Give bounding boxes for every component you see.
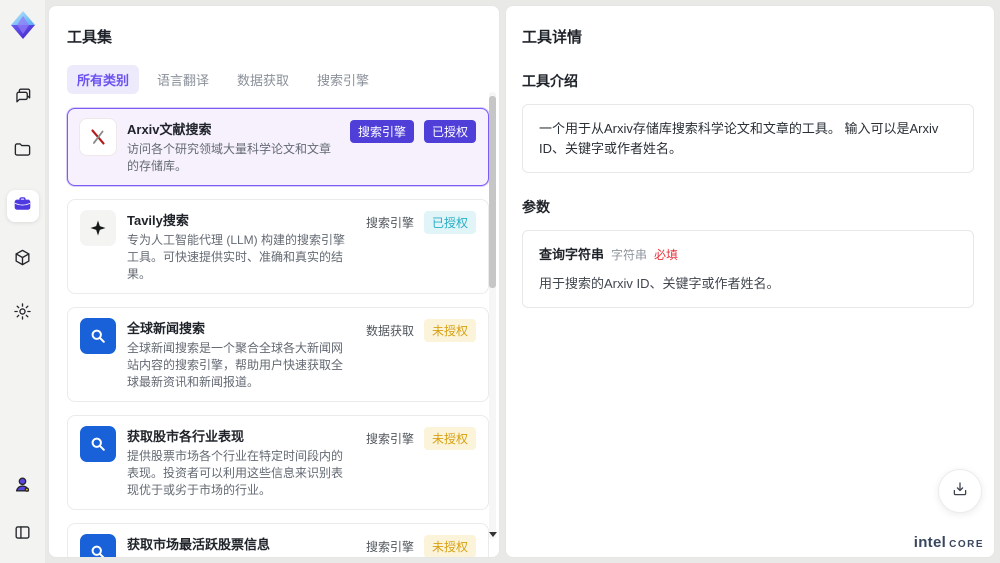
sidebar-bottom <box>7 471 39 551</box>
tool-name: 获取股市各行业表现 <box>127 429 245 445</box>
intro-heading: 工具介绍 <box>522 73 578 89</box>
param-name: 查询字符串 <box>539 247 605 262</box>
tool-desc: 访问各个研究领域大量科学论文和文章的存储库。 <box>127 142 332 174</box>
sidebar-nav <box>6 82 39 330</box>
tool-card-tavily[interactable]: Tavily搜索 专为人工智能代理 (LLM) 构建的搜索引擎工具。可快速提供实… <box>67 199 489 295</box>
chat-icon <box>13 86 32 110</box>
tool-card-body: 获取股市各行业表现 提供股票市场各个行业在特定时间段内的表现。投资者可以利用这些… <box>127 426 355 499</box>
tool-badges: 数据获取 未授权 <box>365 318 476 343</box>
scrollbar-thumb[interactable] <box>489 96 496 288</box>
status-badge: 已授权 <box>423 120 476 143</box>
params-heading: 参数 <box>522 199 550 215</box>
sidebar-item-chat[interactable] <box>7 82 39 114</box>
sidebar-item-packages[interactable] <box>7 244 39 276</box>
briefcase-icon <box>13 194 32 218</box>
status-badge: 未授权 <box>423 319 476 343</box>
tool-name: 获取市场最活跃股票信息 <box>127 537 271 553</box>
tool-card-body: Tavily搜索 专为人工智能代理 (LLM) 构建的搜索引擎工具。可快速提供实… <box>127 210 355 283</box>
tool-card-arxiv[interactable]: Arxiv文献搜索 访问各个研究领域大量科学论文和文章的存储库。 搜索引擎 已授… <box>67 108 489 187</box>
app-sidebar <box>0 0 45 563</box>
param-required-flag: 必填 <box>654 248 679 262</box>
scroll-down-arrow-icon[interactable] <box>489 532 497 537</box>
tool-badges: 搜索引擎 未授权 <box>365 426 476 451</box>
status-badge: 已授权 <box>423 211 476 235</box>
tool-card-global-news[interactable]: 全球新闻搜索 全球新闻搜索是一个聚合全球各大新闻网站内容的搜索引擎，帮助用户快速… <box>67 307 489 403</box>
tool-name: Arxiv文献搜索 <box>127 122 212 137</box>
download-button[interactable] <box>938 469 982 513</box>
brand-core: CORE <box>949 539 984 550</box>
sidebar-item-files[interactable] <box>7 136 39 168</box>
param-header: 查询字符串 字符串 必填 <box>539 245 957 265</box>
folder-icon <box>13 140 32 164</box>
download-icon <box>951 480 969 503</box>
category-label: 搜索引擎 <box>365 540 414 555</box>
intro-box: 一个用于从Arxiv存储库搜索科学论文和文章的工具。 输入可以是Arxiv ID… <box>522 104 974 173</box>
tool-detail-panel: 工具详情 工具介绍 一个用于从Arxiv存储库搜索科学论文和文章的工具。 输入可… <box>505 5 995 558</box>
avatar-icon <box>13 475 32 499</box>
gear-icon <box>13 302 32 326</box>
collapse-sidebar-button[interactable] <box>7 519 39 551</box>
category-badge: 搜索引擎 <box>349 120 414 143</box>
tool-desc: 提供当天交易量最高的股票列表。投资者可以利用这些信息来识别流动性强的股票和潜在的… <box>127 556 355 557</box>
package-icon <box>13 248 32 272</box>
logo-gem-icon[interactable] <box>8 10 38 40</box>
brand-intel: intel <box>913 534 947 551</box>
tools-panel: 工具集 所有类别 语言翻译 数据获取 搜索引擎 Arxiv文献搜索 访问各个研究… <box>48 5 500 558</box>
magnifier-icon <box>80 534 116 557</box>
tool-desc: 全球新闻搜索是一个聚合全球各大新闻网站内容的搜索引擎，帮助用户快速获取全球最新资… <box>127 341 344 390</box>
category-label: 搜索引擎 <box>365 216 414 231</box>
tool-badges: 搜索引擎 未授权 <box>365 534 476 557</box>
tool-desc: 提供股票市场各个行业在特定时间段内的表现。投资者可以利用这些信息来识别表现优于或… <box>127 449 344 498</box>
star-icon <box>80 210 116 247</box>
tab-all-categories[interactable]: 所有类别 <box>67 65 140 94</box>
intro-text: 一个用于从Arxiv存储库搜索科学论文和文章的工具。 输入可以是Arxiv ID… <box>539 121 939 156</box>
category-tabs: 所有类别 语言翻译 数据获取 搜索引擎 <box>67 65 485 94</box>
magnifier-icon <box>80 318 116 355</box>
status-badge: 未授权 <box>423 535 476 557</box>
tool-card-sector-performance[interactable]: 获取股市各行业表现 提供股票市场各个行业在特定时间段内的表现。投资者可以利用这些… <box>67 415 489 511</box>
detail-panel-title: 工具详情 <box>522 29 583 46</box>
magnifier-icon <box>80 426 116 463</box>
collapse-panel-icon <box>13 523 32 547</box>
tool-card-body: Arxiv文献搜索 访问各个研究领域大量科学论文和文章的存储库。 <box>127 119 339 175</box>
tool-list: Arxiv文献搜索 访问各个研究领域大量科学论文和文章的存储库。 搜索引擎 已授… <box>67 108 489 557</box>
sidebar-item-settings[interactable] <box>7 298 39 330</box>
tool-name: Tavily搜索 <box>127 213 189 229</box>
user-avatar[interactable] <box>7 471 39 503</box>
param-type: 字符串 <box>611 248 648 262</box>
tool-name: 全球新闻搜索 <box>127 321 206 337</box>
tab-language-translation[interactable]: 语言翻译 <box>147 65 219 94</box>
param-desc: 用于搜索的Arxiv ID、关键字或作者姓名。 <box>539 275 780 291</box>
tool-card-active-stocks[interactable]: 获取市场最活跃股票信息 提供当天交易量最高的股票列表。投资者可以利用这些信息来识… <box>67 523 489 557</box>
tool-list-scrollbar[interactable] <box>489 92 497 539</box>
status-badge: 未授权 <box>423 427 476 451</box>
sidebar-item-tools[interactable] <box>6 190 39 222</box>
intel-core-logo: intel CORE <box>914 534 984 551</box>
category-label: 数据获取 <box>365 324 414 339</box>
tab-search-engine[interactable]: 搜索引擎 <box>307 65 379 94</box>
arxiv-icon <box>80 119 116 155</box>
tool-card-body: 获取市场最活跃股票信息 提供当天交易量最高的股票列表。投资者可以利用这些信息来识… <box>127 534 355 557</box>
tool-badges: 搜索引擎 已授权 <box>365 210 476 235</box>
tools-panel-title: 工具集 <box>67 29 113 46</box>
tool-desc: 专为人工智能代理 (LLM) 构建的搜索引擎工具。可快速提供实时、准确和真实的结… <box>127 233 346 282</box>
category-label: 搜索引擎 <box>365 432 414 447</box>
tab-data-fetch[interactable]: 数据获取 <box>227 65 299 94</box>
param-box: 查询字符串 字符串 必填 用于搜索的Arxiv ID、关键字或作者姓名。 <box>522 230 974 308</box>
tool-badges: 搜索引擎 已授权 <box>349 119 476 143</box>
tool-card-body: 全球新闻搜索 全球新闻搜索是一个聚合全球各大新闻网站内容的搜索引擎，帮助用户快速… <box>127 318 355 391</box>
